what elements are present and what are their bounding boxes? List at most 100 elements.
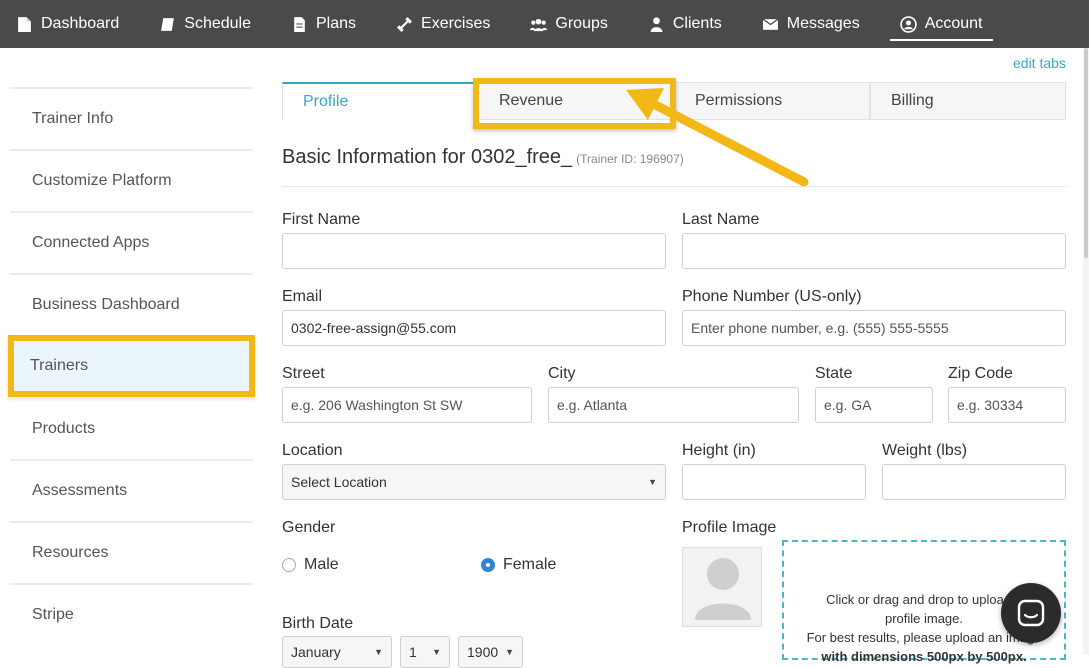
city-label: City — [548, 365, 576, 382]
annotation-arrow-icon — [626, 88, 809, 187]
birth-month-value: January — [291, 644, 341, 660]
birth-year-select[interactable]: 1900 ▼ — [458, 636, 523, 668]
tab-profile[interactable]: Profile — [282, 82, 478, 120]
sidebar-item-label: Connected Apps — [32, 234, 150, 251]
sidebar-item-business-dashboard[interactable]: Business Dashboard — [10, 273, 253, 335]
envelope-icon — [762, 18, 779, 30]
avatar — [682, 547, 762, 627]
page-title: Basic Information for 0302_free_ (Trainer… — [282, 146, 684, 169]
email-label: Email — [282, 288, 323, 305]
street-label: Street — [282, 365, 325, 382]
city-field[interactable]: e.g. Atlanta — [548, 387, 799, 423]
sidebar-item-connected-apps[interactable]: Connected Apps — [10, 211, 253, 273]
last-name-field[interactable] — [682, 233, 1066, 269]
sidebar-item-label: Assessments — [32, 482, 128, 499]
birth-day-select[interactable]: 1 ▼ — [400, 636, 450, 668]
caret-down-icon: ▼ — [432, 647, 441, 657]
nav-clients[interactable]: Clients — [648, 0, 722, 48]
gender-label: Gender — [282, 519, 336, 536]
radio-label: Male — [304, 556, 339, 573]
title-text: Basic Information for 0302_free_ — [282, 146, 573, 168]
birth-year-value: 1900 — [467, 644, 499, 660]
sidebar-item-resources[interactable]: Resources — [10, 521, 253, 583]
nav-label: Groups — [555, 15, 608, 32]
user-silhouette-icon — [695, 558, 751, 620]
nav-account[interactable]: Account — [889, 0, 993, 48]
sidebar-item-trainers[interactable]: Trainers — [8, 335, 255, 397]
nav-label: Messages — [786, 15, 860, 32]
height-field[interactable] — [682, 464, 866, 500]
caret-down-icon: ▼ — [374, 647, 383, 657]
birth-month-select[interactable]: January ▼ — [282, 636, 392, 668]
nav-label: Exercises — [421, 15, 491, 32]
nav-label: Dashboard — [41, 15, 120, 32]
sidebar-item-label: Trainers — [30, 357, 89, 374]
sidebar-item-assessments[interactable]: Assessments — [10, 459, 253, 521]
phone-label: Phone Number (US-only) — [682, 288, 862, 305]
location-label: Location — [282, 442, 343, 459]
nav-schedule[interactable]: Schedule — [159, 0, 251, 48]
scrollbar-thumb[interactable] — [1084, 48, 1088, 258]
book-icon — [161, 17, 175, 31]
height-label: Height (in) — [682, 442, 756, 459]
nav-messages[interactable]: Messages — [762, 0, 860, 48]
dumbbell-icon — [397, 16, 413, 32]
sidebar-item-label: Trainer Info — [32, 110, 114, 127]
user-icon — [650, 16, 663, 32]
sidebar-item-stripe[interactable]: Stripe — [10, 583, 253, 645]
account-sidebar: Trainer Info Customize Platform Connecte… — [8, 87, 255, 645]
email-field[interactable]: 0302-free-assign@55.com — [282, 310, 666, 346]
radio-unchecked-icon — [282, 558, 296, 572]
chat-icon — [1017, 599, 1045, 627]
first-name-label: First Name — [282, 211, 361, 228]
chat-launcher-button[interactable] — [1001, 583, 1061, 643]
sidebar-item-label: Customize Platform — [32, 172, 172, 189]
sidebar-item-label: Resources — [32, 544, 109, 561]
last-name-label: Last Name — [682, 211, 760, 228]
profile-image-label: Profile Image — [682, 519, 777, 536]
nav-dashboard[interactable]: Dashboard — [16, 0, 119, 48]
weight-field[interactable] — [882, 464, 1066, 500]
edit-tabs-link[interactable]: edit tabs — [1013, 55, 1066, 71]
gender-male-radio[interactable]: Male — [282, 556, 339, 574]
users-icon — [530, 18, 548, 31]
zip-field[interactable]: e.g. 30334 — [948, 387, 1066, 423]
birth-date-label: Birth Date — [282, 615, 354, 632]
location-select[interactable]: Select Location ▼ — [282, 464, 666, 500]
nav-label: Clients — [672, 15, 722, 32]
gender-female-radio[interactable]: Female — [481, 556, 556, 574]
sidebar-item-customize-platform[interactable]: Customize Platform — [10, 149, 253, 211]
location-value: Select Location — [291, 474, 387, 490]
tab-billing[interactable]: Billing — [870, 82, 1066, 120]
nav-label: Account — [924, 15, 983, 32]
radio-checked-icon — [481, 558, 495, 572]
caret-down-icon: ▼ — [505, 647, 514, 657]
trainer-id: (Trainer ID: 196907) — [576, 152, 684, 166]
sidebar-item-products[interactable]: Products — [10, 397, 253, 459]
caret-down-icon: ▼ — [648, 477, 657, 487]
first-name-field[interactable] — [282, 233, 666, 269]
state-field[interactable]: e.g. GA — [815, 387, 933, 423]
weight-label: Weight (lbs) — [882, 442, 968, 459]
file-icon — [294, 16, 305, 32]
sidebar-item-label: Stripe — [32, 606, 74, 623]
page-scrollbar[interactable] — [1083, 48, 1089, 655]
street-field[interactable]: e.g. 206 Washington St SW — [282, 387, 532, 423]
account-circle-icon — [899, 15, 917, 33]
sidebar-item-label: Business Dashboard — [32, 296, 180, 313]
sidebar-item-trainer-info[interactable]: Trainer Info — [10, 87, 253, 149]
zip-label: Zip Code — [948, 365, 1013, 382]
tab-label: Billing — [891, 92, 934, 109]
radio-label: Female — [503, 556, 557, 573]
section-divider — [282, 186, 1066, 187]
nav-groups[interactable]: Groups — [530, 0, 608, 48]
dropzone-text: with dimensions 500px by 500px. — [821, 649, 1027, 664]
document-icon — [18, 16, 31, 32]
phone-field[interactable]: Enter phone number, e.g. (555) 555-5555 — [682, 310, 1066, 346]
tab-label: Profile — [303, 93, 349, 110]
nav-exercises[interactable]: Exercises — [396, 0, 490, 48]
nav-plans[interactable]: Plans — [291, 0, 356, 48]
top-navigation: Dashboard Schedule Plans Exercises Group… — [0, 0, 1089, 48]
nav-label: Plans — [316, 15, 357, 32]
nav-label: Schedule — [184, 15, 251, 32]
